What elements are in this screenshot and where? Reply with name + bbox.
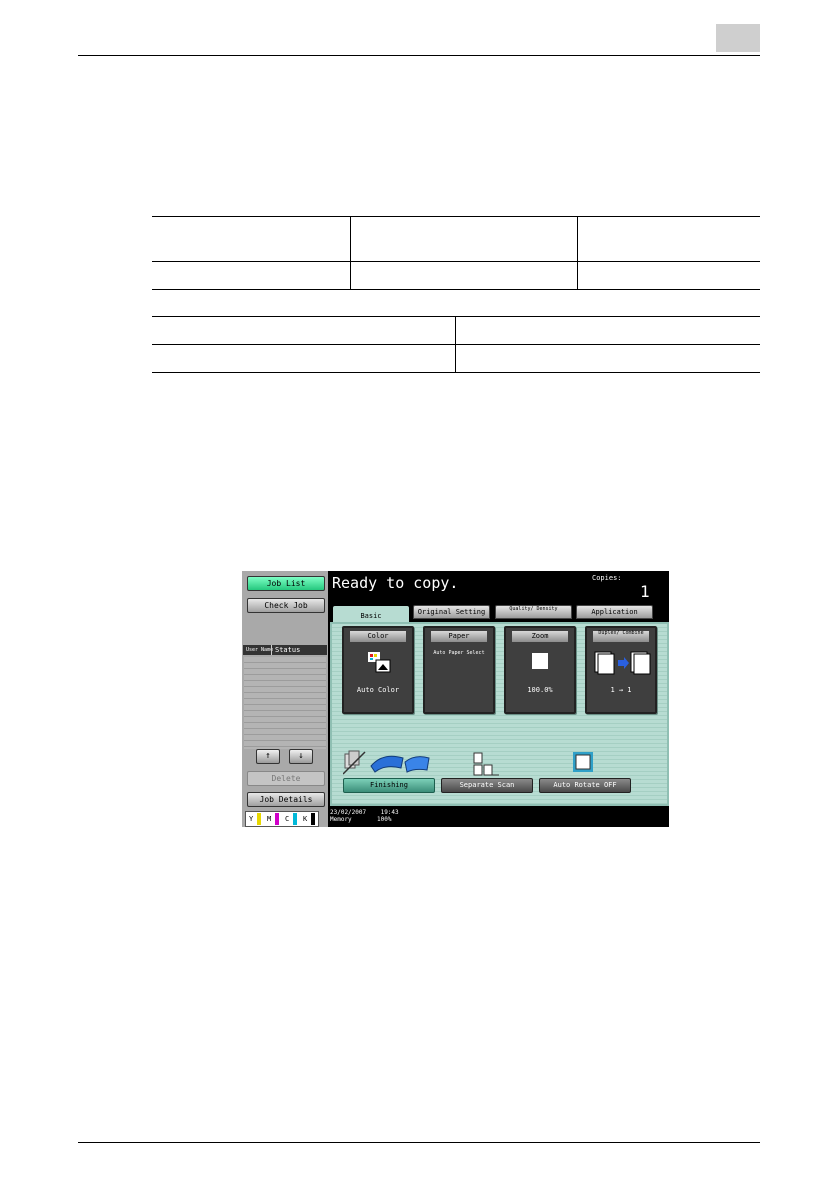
finishing-icon — [343, 750, 430, 775]
tab-original-setting[interactable]: Original Setting — [413, 605, 490, 619]
job-list-button[interactable]: Job List — [247, 576, 325, 591]
finishing-button[interactable]: Finishing — [343, 778, 435, 793]
scroll-down-button[interactable]: ↓ — [289, 749, 313, 764]
table-cell — [455, 344, 760, 373]
chapter-number-box — [716, 24, 760, 52]
table-cell — [152, 344, 456, 373]
tab-quality-density[interactable]: Quality/ Density — [495, 605, 572, 619]
table-cell — [350, 261, 578, 290]
user-name-column-header: User Name — [246, 647, 274, 653]
table-header-row — [152, 216, 760, 262]
toner-bar-magenta — [275, 813, 279, 825]
toner-bar-yellow — [257, 813, 261, 825]
table-cell — [455, 316, 760, 345]
reference-table-2 — [152, 316, 760, 373]
toner-label-y: Y — [249, 815, 254, 823]
scroll-up-button[interactable]: ↑ — [256, 749, 280, 764]
toner-label-c: C — [285, 815, 290, 823]
status-column-header: Status — [271, 645, 300, 655]
toner-label-k: K — [303, 815, 308, 823]
paper-button-title: Paper — [431, 631, 487, 642]
job-details-button[interactable]: Job Details — [247, 792, 325, 807]
zoom-value: 100.0% — [527, 686, 553, 694]
job-panel: Job List Check Job User Name Status ↑ ↓ … — [242, 571, 328, 827]
status-message: Ready to copy. — [332, 574, 459, 592]
duplex-combine-button[interactable]: Duplex/ Combine 1 → 1 — [585, 626, 657, 714]
table-cell — [152, 261, 351, 290]
duplex-button-title: Duplex/ Combine — [593, 630, 649, 642]
toner-label-m: M — [267, 815, 272, 823]
auto-color-icon — [368, 652, 391, 673]
toner-bar-cyan — [293, 813, 297, 825]
table-cell — [577, 216, 760, 262]
reference-table-1 — [152, 216, 760, 290]
copies-count: 1 — [640, 582, 650, 601]
color-button-title: Color — [350, 631, 406, 642]
separate-scan-button[interactable]: Separate Scan — [441, 778, 533, 793]
footer-rule — [78, 1142, 760, 1143]
copies-label: Copies: — [592, 574, 622, 582]
zoom-button[interactable]: Zoom 100.0% — [504, 626, 576, 714]
memory-value: 100% — [376, 816, 392, 823]
auto-rotate-icon — [573, 752, 593, 772]
job-list[interactable] — [244, 657, 326, 749]
zoom-button-title: Zoom — [512, 631, 568, 642]
color-value: Auto Color — [356, 686, 400, 694]
header-rule — [78, 55, 760, 56]
color-button[interactable]: Color Auto Color — [342, 626, 414, 714]
duplex-icon — [594, 651, 651, 675]
toner-bar-black — [311, 813, 315, 825]
table-header-row — [152, 316, 760, 345]
memory-label: Memory — [330, 816, 352, 823]
status-footer: 23/02/2007 19:43 Memory 100% — [330, 809, 399, 823]
job-list-header: User Name Status — [243, 645, 327, 655]
auto-rotate-button[interactable]: Auto Rotate OFF — [539, 778, 631, 793]
table-cell — [152, 316, 456, 345]
separate-scan-icon — [473, 752, 499, 776]
paper-value: Auto Paper Select — [433, 650, 485, 656]
date-text: 23/02/2007 — [330, 809, 367, 816]
table-row — [152, 261, 760, 290]
paper-button[interactable]: Paper Auto Paper Select — [423, 626, 495, 714]
table-cell — [350, 216, 578, 262]
copier-screen: Job List Check Job User Name Status ↑ ↓ … — [242, 571, 669, 827]
time-text: 19:43 — [380, 809, 399, 816]
duplex-value: 1 → 1 — [610, 686, 632, 694]
table-row — [152, 344, 760, 373]
tab-application[interactable]: Application — [576, 605, 653, 619]
zoom-page-icon — [532, 653, 548, 669]
delete-button[interactable]: Delete — [247, 771, 325, 786]
check-job-button[interactable]: Check Job — [247, 598, 325, 613]
table-cell — [152, 216, 351, 262]
table-cell — [577, 261, 760, 290]
toner-level-indicator: Y M C K — [245, 811, 319, 827]
